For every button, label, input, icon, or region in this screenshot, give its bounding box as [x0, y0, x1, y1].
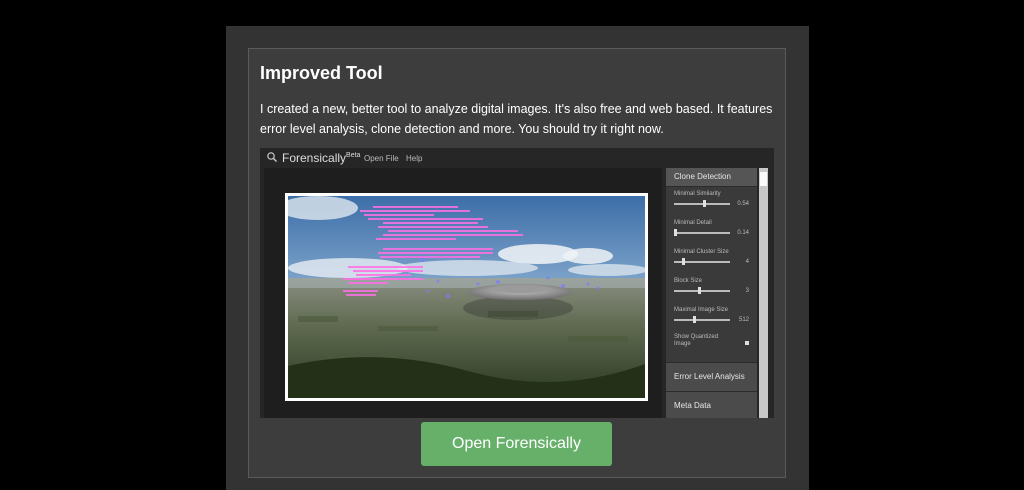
show-quantized-checkbox[interactable] [745, 341, 749, 345]
app-topbar: ForensicallyBeta Open File Help [260, 148, 774, 168]
error-level-analysis-section[interactable]: Error Level Analysis [666, 362, 757, 391]
analyzed-photo [285, 193, 648, 401]
scrollbar-thumb[interactable] [760, 172, 767, 186]
open-forensically-button[interactable]: Open Forensically [421, 422, 612, 466]
checkbox-label: Show Quantized Image [674, 334, 719, 347]
slider-thumb[interactable] [697, 287, 701, 294]
panel-scrollbar[interactable] [759, 168, 768, 418]
outer-panel: Improved Tool I created a new, better to… [226, 26, 809, 490]
slider-value: 4 [745, 259, 749, 265]
slider-label: Minimal Cluster Size [674, 249, 729, 255]
block-size-control: Block Size 3 [666, 274, 757, 303]
search-icon [267, 152, 277, 162]
slider-label: Minimal Similarity [674, 191, 721, 197]
image-viewer [264, 168, 662, 418]
slider-label: Maximal Image Size [674, 307, 729, 313]
slider-label: Minimal Detail [674, 220, 712, 226]
slider-thumb[interactable] [674, 229, 677, 236]
slider-value: 3 [745, 288, 749, 294]
slider-track[interactable] [674, 290, 730, 292]
slider-track[interactable] [674, 232, 730, 234]
slider-thumb[interactable] [692, 316, 696, 323]
card-description: I created a new, better tool to analyze … [260, 102, 773, 136]
slider-label: Block Size [674, 278, 703, 284]
beta-badge: Beta [346, 152, 361, 159]
settings-panel: Clone Detection Minimal Similarity 0.54 … [666, 168, 757, 418]
improved-tool-card: Improved Tool I created a new, better to… [248, 48, 786, 478]
minimal-cluster-size-control: Minimal Cluster Size 4 [666, 245, 757, 274]
city-photo-with-clones [288, 196, 645, 398]
slider-track[interactable] [674, 319, 730, 321]
slider-value: 0.54 [737, 201, 749, 207]
slider-value: 512 [738, 317, 749, 323]
menu-open-file: Open File [364, 154, 399, 163]
slider-thumb[interactable] [702, 200, 706, 207]
card-title: Improved Tool [260, 63, 383, 83]
menu-help: Help [406, 154, 423, 163]
slider-value: 0.14 [737, 230, 749, 236]
meta-data-section[interactable]: Meta Data [666, 391, 757, 418]
minimal-detail-control: Minimal Detail 0.14 [666, 216, 757, 245]
slider-thumb[interactable] [681, 258, 685, 265]
show-quantized-image-control: Show Quantized Image [666, 332, 757, 362]
clone-detection-header[interactable]: Clone Detection [666, 168, 757, 187]
app-name: ForensicallyBeta [282, 151, 361, 165]
maximal-image-size-control: Maximal Image Size 512 [666, 303, 757, 332]
forensically-screenshot: ForensicallyBeta Open File Help Clone De… [260, 148, 774, 418]
minimal-similarity-control: Minimal Similarity 0.54 [666, 187, 757, 216]
